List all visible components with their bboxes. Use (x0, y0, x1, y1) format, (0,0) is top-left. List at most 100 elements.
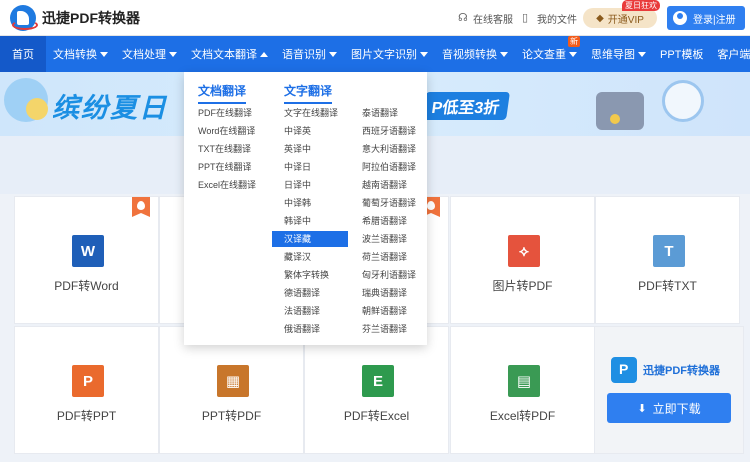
login-register-button[interactable]: 登录|注册 (667, 6, 745, 30)
card-pdf-to-word[interactable]: W PDF转Word (14, 196, 159, 324)
main-nav: 首页 文档转换 文档处理 文档文本翻译 语音识别 图片文字识别 音视频转换 论文… (0, 36, 750, 72)
text-translate-heading: 文字翻译 (284, 82, 333, 104)
menu-item-text[interactable]: 匈牙利语翻译 (362, 267, 416, 283)
menu-item-text[interactable]: 西班牙语翻译 (362, 123, 416, 139)
brand-logo[interactable]: 迅捷PDF转换器 (10, 5, 140, 31)
image-pdf-icon: ⟡ (508, 235, 540, 267)
my-files-label: 我的文件 (537, 15, 577, 26)
card-label: Excel转PDF (489, 409, 556, 423)
menu-item-selected[interactable]: 汉译藏 (272, 231, 348, 247)
menu-item-ppt-translate[interactable]: PPT在线翻译 (198, 159, 252, 175)
chevron-down-icon (638, 51, 646, 57)
menu-item-text[interactable]: 荷兰语翻译 (362, 249, 407, 265)
menu-item-text[interactable]: 日译中 (284, 177, 311, 193)
nav-doc-process[interactable]: 文档处理 (115, 36, 184, 72)
download-icon: ⬇ (637, 402, 647, 415)
chevron-down-icon (569, 51, 577, 57)
nav-speech[interactable]: 语音识别 (275, 36, 344, 72)
nav-label: PPT模板 (660, 49, 704, 61)
nav-label: 首页 (12, 49, 34, 61)
card-excel-to-pdf[interactable]: ▤ Excel转PDF (450, 326, 595, 454)
new-badge: 新 (568, 36, 580, 47)
chevron-down-icon (169, 51, 177, 57)
download-promo-card: 迅捷PDF转换器 ⬇ 立即下载 (594, 326, 744, 454)
menu-item-text[interactable]: 越南语翻译 (362, 177, 407, 193)
nav-doc-translate[interactable]: 文档文本翻译 (184, 36, 275, 72)
mascot-icon (662, 80, 704, 122)
card-image-to-pdf[interactable]: ⟡ 图片转PDF (450, 196, 595, 324)
chevron-down-icon (329, 51, 337, 57)
nav-ocr[interactable]: 图片文字识别 (344, 36, 435, 72)
nav-label: 客户端 (717, 49, 750, 61)
menu-item-pdf-translate[interactable]: PDF在线翻译 (198, 105, 252, 121)
nav-label: 语音识别 (282, 49, 326, 61)
menu-item-text[interactable]: 法语翻译 (284, 303, 320, 319)
menu-item-text[interactable]: 阿拉伯语翻译 (362, 159, 416, 175)
decor-ball (26, 98, 48, 120)
nav-label: 文档处理 (122, 49, 166, 61)
nav-mindmap[interactable]: 思维导图 (584, 36, 653, 72)
menu-item-text[interactable]: 朝鲜语翻译 (362, 303, 407, 319)
card-label: PDF转Excel (343, 409, 410, 423)
menu-item-txt-translate[interactable]: TXT在线翻译 (198, 141, 251, 157)
nav-ppt-template[interactable]: PPT模板 (653, 36, 710, 72)
menu-item-text[interactable]: 繁体字转换 (284, 267, 329, 283)
logo-icon (10, 5, 38, 31)
menu-item-text[interactable]: 英译中 (284, 141, 311, 157)
excel-icon: E (362, 365, 394, 397)
ppt-pdf-icon: ▦ (217, 365, 249, 397)
nav-paper-check[interactable]: 论文查重新 (515, 36, 584, 72)
menu-item-text[interactable]: 瑞典语翻译 (362, 285, 407, 301)
nav-home[interactable]: 首页 (0, 36, 46, 72)
promo-app-name: 迅捷PDF转换器 (643, 365, 720, 377)
menu-item-text[interactable]: 韩译中 (284, 213, 311, 229)
nav-label: 音视频转换 (442, 49, 497, 61)
nav-client[interactable]: 客户端 (710, 36, 750, 72)
menu-item-word-translate[interactable]: Word在线翻译 (198, 123, 255, 139)
menu-item-excel-translate[interactable]: Excel在线翻译 (198, 177, 256, 193)
nav-doc-convert[interactable]: 文档转换 (46, 36, 115, 72)
vip-button[interactable]: ◆ 开通VIP (583, 8, 657, 28)
card-label: PDF转PPT (56, 409, 117, 423)
headset-icon: ☊ (458, 12, 468, 24)
vip-promo-tag: 夏日狂欢 (622, 0, 660, 11)
menu-item-text[interactable]: 泰语翻译 (362, 105, 398, 121)
menu-item-text[interactable]: 芬兰语翻译 (362, 321, 407, 337)
nav-label: 思维导图 (591, 49, 635, 61)
chevron-down-icon (100, 51, 108, 57)
online-service-link[interactable]: ☊ 在线客服 (458, 11, 513, 27)
menu-item-text[interactable]: 意大利语翻译 (362, 141, 416, 157)
nav-label: 文档转换 (53, 49, 97, 61)
download-button[interactable]: ⬇ 立即下载 (607, 393, 731, 423)
card-pdf-to-excel[interactable]: E PDF转Excel (304, 326, 449, 454)
card-pdf-to-txt[interactable]: T PDF转TXT (595, 196, 740, 324)
menu-item-text[interactable]: 波兰语翻译 (362, 231, 407, 247)
pdf-app-icon (611, 357, 637, 383)
card-ppt-to-pdf[interactable]: ▦ PPT转PDF (159, 326, 304, 454)
my-files-link[interactable]: ▯ 我的文件 (522, 11, 577, 27)
card-label: PDF转TXT (638, 279, 697, 293)
menu-item-text[interactable]: 葡萄牙语翻译 (362, 195, 416, 211)
nav-label: 图片文字识别 (351, 49, 417, 61)
menu-item-text[interactable]: 德语翻译 (284, 285, 320, 301)
menu-item-text[interactable]: 中译韩 (284, 195, 311, 211)
card-pdf-to-ppt[interactable]: P PDF转PPT (14, 326, 159, 454)
menu-item-text[interactable]: 文字在线翻译 (284, 105, 338, 121)
app-name: 迅捷PDF转换器 (42, 10, 140, 26)
nav-av-convert[interactable]: 音视频转换 (435, 36, 515, 72)
online-service-label: 在线客服 (473, 15, 513, 26)
nav-label: 文档文本翻译 (191, 49, 257, 61)
coin-icon (610, 114, 620, 124)
menu-item-text[interactable]: 中译英 (284, 123, 311, 139)
menu-item-text[interactable]: 俄语翻译 (284, 321, 320, 337)
ppt-icon: P (72, 365, 104, 397)
chevron-down-icon (500, 51, 508, 57)
card-label: PPT转PDF (201, 409, 262, 423)
menu-item-text[interactable]: 中译日 (284, 159, 311, 175)
login-label: 登录|注册 (693, 14, 736, 26)
menu-item-text[interactable]: 藏译汉 (284, 249, 311, 265)
hot-icon (132, 197, 150, 217)
banner-title: 缤纷夏日 (52, 93, 168, 123)
menu-item-text[interactable]: 希腊语翻译 (362, 213, 407, 229)
promo-logo: 迅捷PDF转换器 (611, 357, 720, 383)
